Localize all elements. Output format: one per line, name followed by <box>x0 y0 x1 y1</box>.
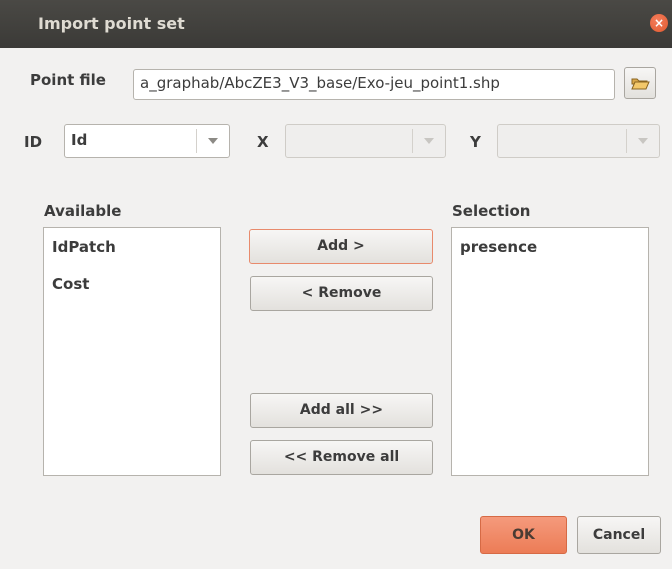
ok-button[interactable]: OK <box>480 516 567 554</box>
window-title: Import point set <box>38 14 185 33</box>
chevron-down-icon <box>208 138 218 144</box>
list-item[interactable]: presence <box>460 238 537 256</box>
x-label: X <box>257 133 269 151</box>
id-combobox-value: Id <box>71 131 88 149</box>
available-list[interactable]: IdPatch Cost <box>43 227 221 476</box>
list-item[interactable]: IdPatch <box>52 238 116 256</box>
point-file-label: Point file <box>30 71 106 89</box>
y-label: Y <box>470 133 481 151</box>
close-icon[interactable]: × <box>650 14 668 32</box>
point-file-input[interactable]: a_graphab/AbcZE3_V3_base/Exo-jeu_point1.… <box>133 69 615 100</box>
title-bar: Import point set × <box>0 0 672 48</box>
add-all-button[interactable]: Add all >> <box>250 393 433 428</box>
browse-button[interactable] <box>624 67 656 99</box>
folder-open-icon <box>631 78 650 90</box>
x-combobox-separator <box>412 129 413 153</box>
id-combobox-separator <box>196 129 197 153</box>
id-label: ID <box>24 133 43 151</box>
cancel-button[interactable]: Cancel <box>577 516 661 554</box>
remove-all-button[interactable]: << Remove all <box>250 440 433 475</box>
available-label: Available <box>44 202 122 220</box>
selection-label: Selection <box>452 202 531 220</box>
list-item[interactable]: Cost <box>52 275 89 293</box>
selection-list[interactable]: presence <box>451 227 649 476</box>
chevron-down-icon <box>638 138 648 144</box>
remove-button[interactable]: < Remove <box>250 276 433 311</box>
add-button[interactable]: Add > <box>249 229 433 264</box>
chevron-down-icon <box>424 138 434 144</box>
id-combobox[interactable]: Id <box>64 124 230 158</box>
y-combobox[interactable] <box>497 124 660 158</box>
x-combobox[interactable] <box>285 124 446 158</box>
y-combobox-separator <box>626 129 627 153</box>
point-file-value: a_graphab/AbcZE3_V3_base/Exo-jeu_point1.… <box>140 74 500 92</box>
